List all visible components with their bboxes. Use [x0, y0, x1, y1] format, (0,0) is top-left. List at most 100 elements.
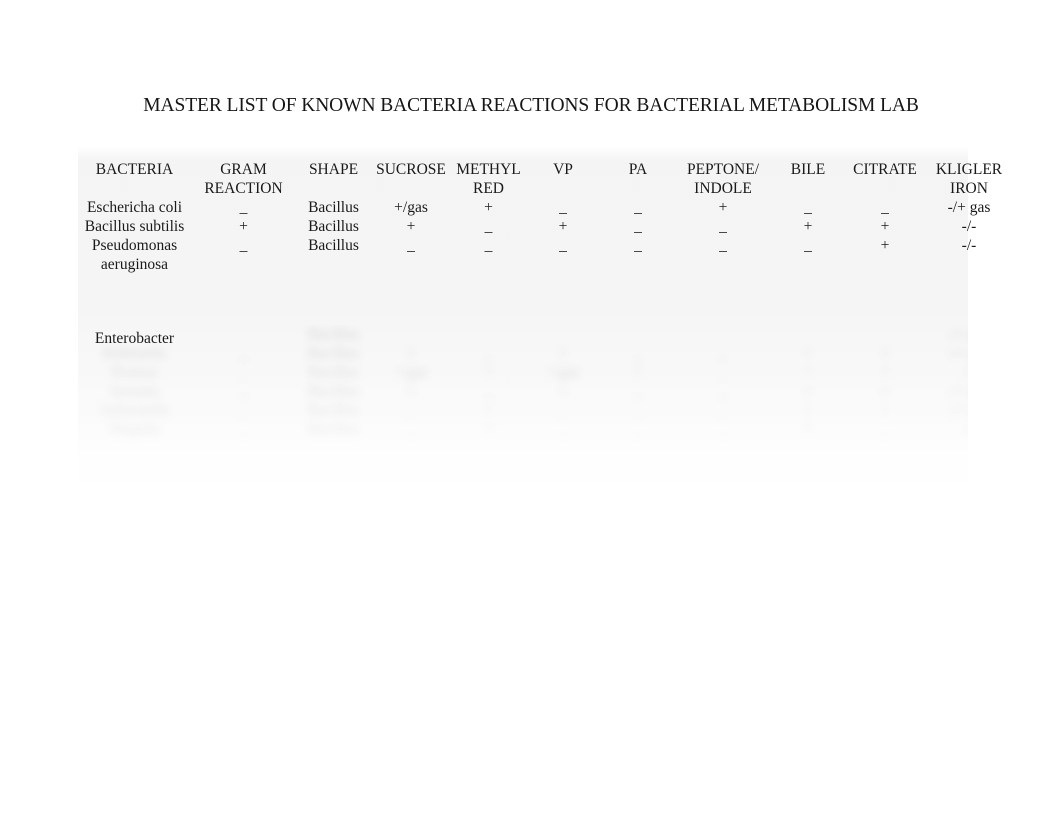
- cell-shape: Bacillus: [308, 237, 359, 254]
- column-header-peptone-indole: PEPTONE/ INDOLE: [676, 160, 770, 198]
- reaction-symbol: +: [558, 218, 568, 235]
- column-header-peptone-line1: PEPTONE/: [686, 161, 760, 178]
- reaction-symbol: -/-: [961, 237, 977, 254]
- cell-shape: Bacillus: [308, 421, 359, 438]
- cell-shape: Bacillus: [308, 218, 359, 235]
- cell-kligler-iron: -/-: [924, 236, 1014, 274]
- cell-peptone-indole: _: [719, 345, 727, 362]
- cell-bile: _: [770, 236, 846, 274]
- cell-methyl-red: +: [484, 364, 493, 381]
- column-header-peptone-line2: INDOLE: [694, 180, 752, 197]
- cell-sucrose: +/gas: [371, 198, 451, 217]
- cell-bacteria: Serratia: [110, 383, 159, 400]
- table-row: Pseudomonas aeruginosa _ Bacillus _ _ _ …: [78, 236, 1014, 274]
- cell-bile: +: [803, 364, 813, 381]
- column-header-kligler-iron: KLIGLER IRON: [924, 160, 1014, 198]
- cell-vp: +/gas: [546, 364, 580, 381]
- reaction-symbol: _: [559, 199, 567, 216]
- reaction-symbol: _: [634, 218, 642, 235]
- cell-methyl-red: +: [484, 402, 493, 419]
- cell-kligler-iron: -/+ gas: [947, 345, 968, 362]
- cell-shape: Bacillus: [308, 364, 359, 381]
- cell-bacteria: Salmonella: [99, 402, 170, 419]
- cell-bacteria: Pseudomonas aeruginosa: [91, 237, 178, 273]
- cell-vp: _: [559, 402, 567, 419]
- cell-citrate: _: [846, 198, 924, 217]
- cell-bile: +: [803, 383, 813, 400]
- cell-sucrose: +: [371, 217, 451, 236]
- cell-bacteria: Eschericha coli: [86, 199, 183, 216]
- cell-gram: _: [191, 198, 296, 217]
- column-header-bile-line1: BILE: [790, 161, 826, 178]
- reaction-symbol: -/-: [961, 218, 977, 235]
- cell-gram: [191, 325, 296, 344]
- column-header-bacteria-line1: BACTERIA: [95, 161, 174, 178]
- cell-pa: [600, 325, 676, 344]
- column-header-kligler-line1: KLIGLER: [935, 161, 1003, 178]
- cell-bacteria-enterobacter: Enterobacter: [94, 330, 175, 347]
- cell-bile: +: [803, 421, 813, 438]
- cell-methyl-red: _: [484, 345, 493, 362]
- cell-methyl-red: [451, 325, 526, 344]
- reaction-table-container: BACTERIA GRAM REACTION SHAPE SUCROSE MET…: [78, 160, 1002, 274]
- cell-sucrose: +: [406, 383, 416, 400]
- reaction-symbol: +: [406, 218, 416, 235]
- column-header-pa-line1: PA: [628, 161, 648, 178]
- obscured-rows-table: Bacillus -/+ gas Klebsiella _ Ba: [78, 325, 968, 439]
- reaction-symbol: _: [804, 199, 812, 216]
- reaction-symbol: _: [239, 237, 248, 254]
- reaction-symbol: +: [718, 199, 728, 216]
- column-header-kligler-line2: IRON: [950, 180, 988, 197]
- column-header-bile: BILE: [770, 160, 846, 198]
- cell-peptone-indole: +: [676, 198, 770, 217]
- cell-gram: _: [239, 383, 248, 400]
- cell-shape: Bacillus: [308, 383, 359, 400]
- cell-citrate: +: [880, 364, 890, 381]
- column-header-gram-line1: GRAM: [220, 161, 267, 178]
- cell-pa: _: [600, 217, 676, 236]
- cell-kligler-iron: -/+ gas: [947, 383, 968, 400]
- cell-peptone-indole: _: [719, 402, 727, 419]
- table-body: Eschericha coli _ Bacillus +/gas + _ _ +…: [78, 198, 1014, 274]
- cell-bacteria: Proteus: [111, 364, 158, 381]
- cell-shape: Bacillus: [308, 199, 359, 216]
- cell-methyl-red: _: [451, 236, 526, 274]
- cell-gram: _: [239, 345, 248, 362]
- cell-citrate: [846, 325, 924, 344]
- cell-pa: _: [634, 383, 642, 400]
- cell-vp: +: [526, 217, 600, 236]
- column-header-pa: PA: [600, 160, 676, 198]
- document-page: MASTER LIST OF KNOWN BACTERIA REACTIONS …: [0, 0, 1062, 822]
- cell-pa: _: [634, 421, 642, 438]
- table-row: Serratia _ Bacillus + _ + _ _ + + -/+ ga…: [78, 382, 968, 401]
- cell-vp: +: [558, 383, 568, 400]
- reaction-symbol: _: [719, 218, 727, 235]
- cell-peptone-indole: _: [719, 364, 727, 381]
- obscured-rows-blur-layer: Bacillus -/+ gas Klebsiella _ Ba: [78, 325, 968, 439]
- header-row: BACTERIA GRAM REACTION SHAPE SUCROSE MET…: [78, 160, 1014, 198]
- table-row: Bacillus -/+ gas: [78, 325, 968, 344]
- cell-kligler-iron: -/+ gas: [924, 198, 1014, 217]
- cell-citrate: +: [880, 402, 890, 419]
- reaction-symbol: _: [239, 199, 248, 216]
- cell-sucrose: +: [406, 345, 416, 362]
- cell-sucrose: +/gas: [394, 364, 428, 381]
- reaction-symbol: +: [484, 199, 493, 216]
- cell-bacteria: Shigella: [109, 421, 160, 438]
- column-header-gram-reaction: GRAM REACTION: [191, 160, 296, 198]
- cell-sucrose: _: [371, 236, 451, 274]
- column-header-mr-line1: METHYL: [456, 161, 521, 178]
- column-header-vp-line1: VP: [553, 161, 573, 178]
- table-row: Klebsiella _ Bacillus + _ + _ _ + + -/+ …: [78, 344, 968, 363]
- cell-citrate: _: [881, 421, 889, 438]
- reaction-symbol: +: [880, 218, 890, 235]
- cell-pa: _: [600, 198, 676, 217]
- cell-gram: _: [191, 236, 296, 274]
- cell-peptone-indole: _: [676, 236, 770, 274]
- cell-vp: _: [559, 421, 567, 438]
- cell-bile: +: [803, 345, 813, 362]
- reaction-symbol: _: [484, 218, 493, 235]
- reaction-symbol: +: [880, 237, 890, 254]
- reaction-symbol: _: [634, 237, 642, 254]
- cell-kligler-iron: -/-: [924, 217, 1014, 236]
